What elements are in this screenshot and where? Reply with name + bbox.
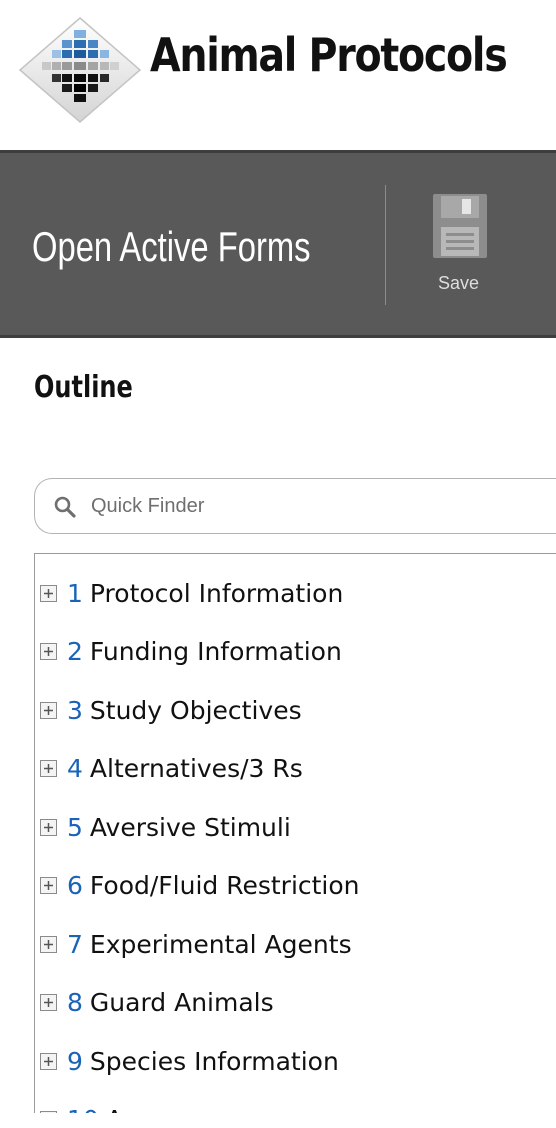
expand-plus-icon[interactable] xyxy=(40,584,57,602)
save-button[interactable]: Save xyxy=(418,189,518,304)
outline-list: 1 Protocol Information 2 Funding Informa… xyxy=(35,564,360,1113)
outline-item-label: Alternatives/3 Rs xyxy=(89,754,303,784)
expand-plus-icon[interactable] xyxy=(40,994,57,1012)
expand-plus-icon[interactable] xyxy=(40,701,57,719)
outline-item-10[interactable]: 10 A xyxy=(35,1091,360,1113)
outline-item-number: 7 xyxy=(67,929,83,959)
save-button-label: Save xyxy=(438,273,480,293)
outline-item-number: 8 xyxy=(67,988,83,1018)
outline-item-label: Species Information xyxy=(89,1046,339,1076)
search-icon xyxy=(54,496,76,518)
outline-item-label: A xyxy=(106,1105,123,1113)
outline-item-2[interactable]: 2 Funding Information xyxy=(35,623,360,682)
outline-item-6[interactable]: 6 Food/Fluid Restriction xyxy=(35,857,360,916)
expand-plus-icon[interactable] xyxy=(40,877,57,895)
expand-plus-icon[interactable] xyxy=(40,760,57,778)
outline-item-number: 3 xyxy=(67,695,83,725)
outline-item-8[interactable]: 8 Guard Animals xyxy=(35,974,360,1033)
outline-item-label: Guard Animals xyxy=(89,988,274,1018)
quick-finder-input[interactable] xyxy=(91,489,551,523)
outline-tree: 1 Protocol Information 2 Funding Informa… xyxy=(34,553,556,1113)
expand-plus-icon[interactable] xyxy=(40,1052,57,1070)
expand-plus-icon[interactable] xyxy=(40,818,57,836)
expand-plus-icon[interactable] xyxy=(40,643,57,661)
outline-item-3[interactable]: 3 Study Objectives xyxy=(35,681,360,740)
toolbar-title: Open Active Forms xyxy=(32,223,311,270)
expand-plus-icon[interactable] xyxy=(40,935,57,953)
outline-item-label: Aversive Stimuli xyxy=(89,812,291,842)
outline-item-1[interactable]: 1 Protocol Information xyxy=(35,564,360,623)
outline-item-9[interactable]: 9 Species Information xyxy=(35,1032,360,1091)
outline-item-number: 10 xyxy=(67,1105,99,1113)
app-title: Animal Protocols xyxy=(150,28,508,82)
app-header: Animal Protocols xyxy=(0,0,556,150)
outline-item-number: 4 xyxy=(67,754,83,784)
outline-heading: Outline xyxy=(34,370,133,405)
form-toolbar: Open Active Forms Save xyxy=(0,150,556,338)
outline-item-label: Protocol Information xyxy=(89,578,344,608)
outline-item-label: Experimental Agents xyxy=(89,929,352,959)
floppy-disk-icon xyxy=(433,194,487,258)
quick-finder-box xyxy=(34,478,556,534)
outline-item-number: 5 xyxy=(67,812,83,842)
outline-item-number: 9 xyxy=(67,1046,83,1076)
outline-item-label: Funding Information xyxy=(89,637,342,667)
outline-item-label: Food/Fluid Restriction xyxy=(89,871,360,901)
outline-item-number: 1 xyxy=(67,578,83,608)
outline-item-label: Study Objectives xyxy=(89,695,302,725)
outline-item-5[interactable]: 5 Aversive Stimuli xyxy=(35,798,360,857)
outline-item-number: 2 xyxy=(67,637,83,667)
app-logo-icon xyxy=(18,17,142,123)
expand-plus-icon[interactable] xyxy=(40,1111,57,1113)
outline-item-4[interactable]: 4 Alternatives/3 Rs xyxy=(35,740,360,799)
toolbar-divider xyxy=(385,185,386,305)
outline-item-number: 6 xyxy=(67,871,83,901)
outline-item-7[interactable]: 7 Experimental Agents xyxy=(35,915,360,974)
